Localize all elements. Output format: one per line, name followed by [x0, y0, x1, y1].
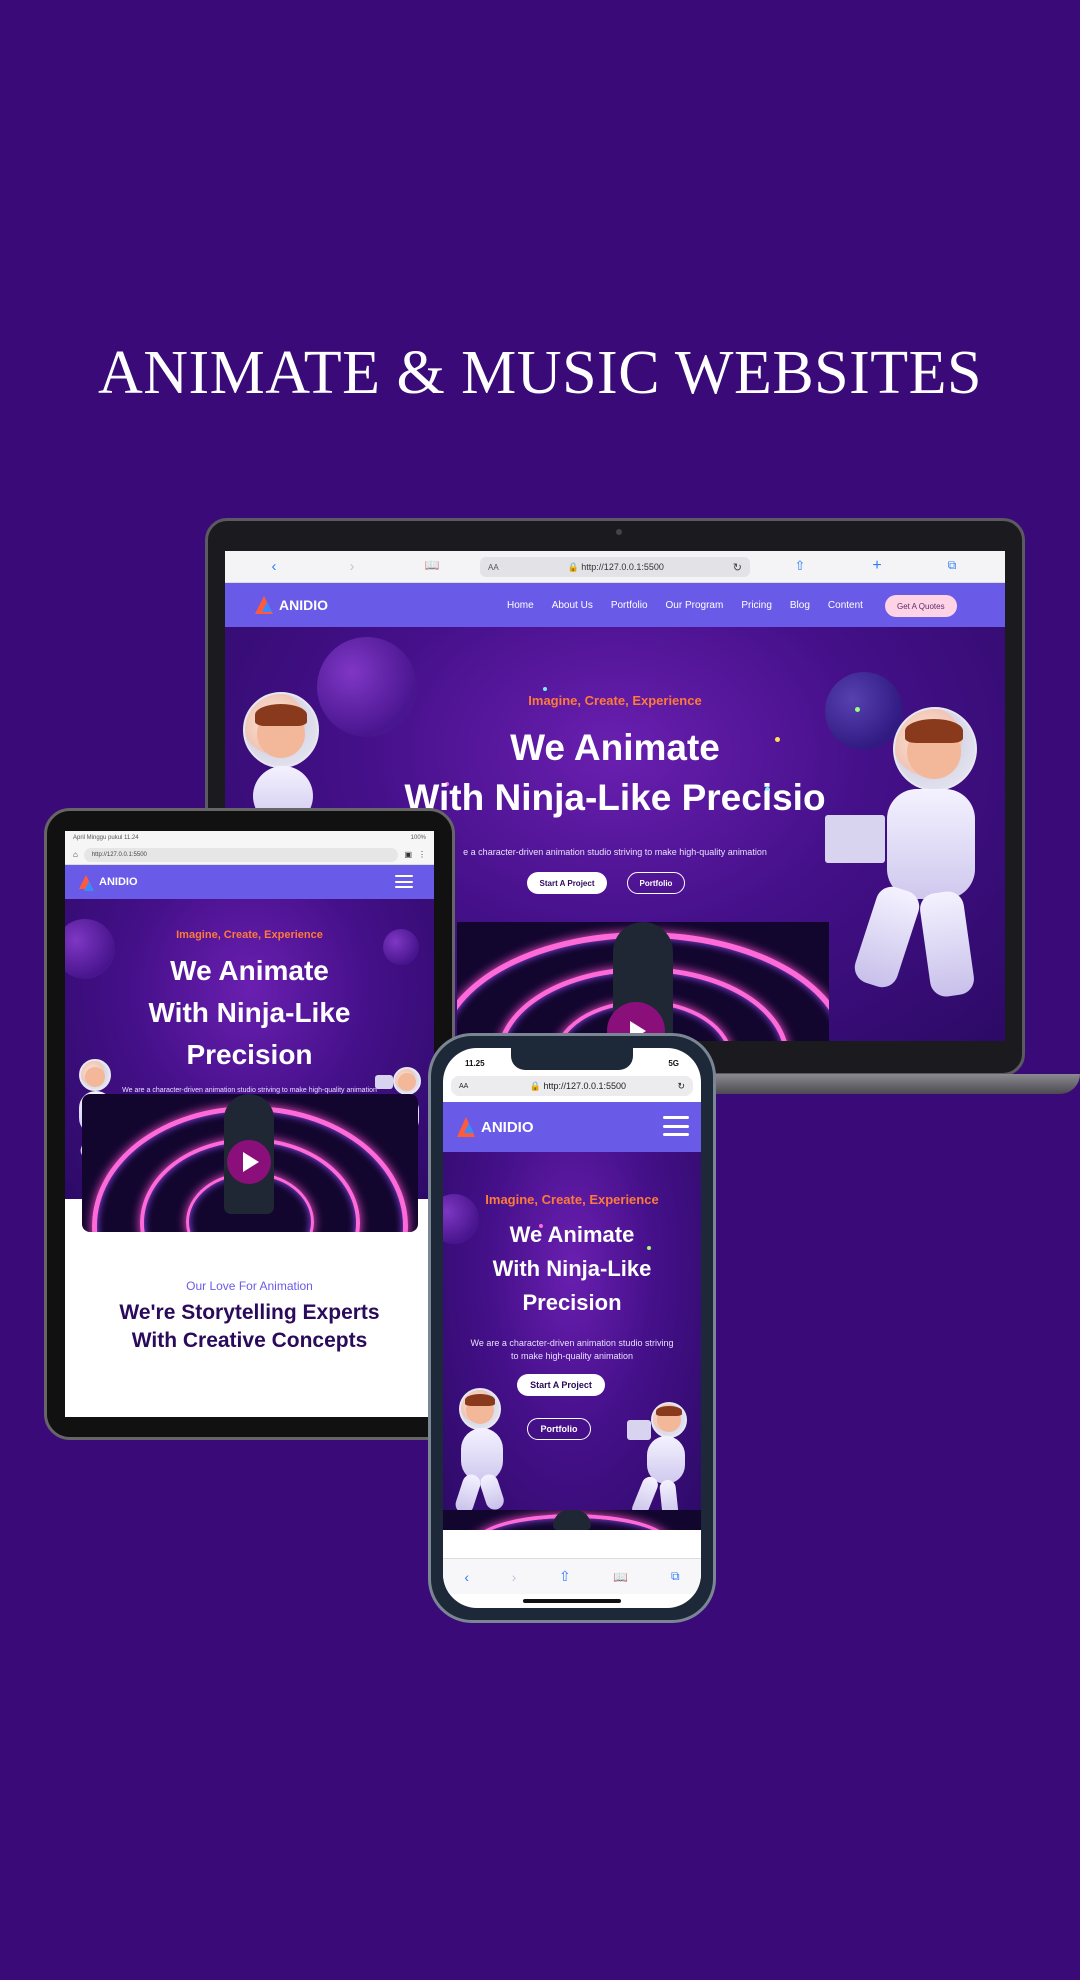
nav-link-portfolio[interactable]: Portfolio [611, 600, 648, 611]
brand-logo[interactable]: ANIDIO [79, 875, 138, 891]
tabs-icon[interactable]: ⧉ [671, 1569, 680, 1584]
reader-aa-button[interactable]: AA [488, 563, 499, 572]
brand-name: ANIDIO [99, 876, 138, 888]
tabs-icon[interactable]: ▣ [404, 850, 412, 859]
tablet-mockup: April Minggu pukul 11.24 100% ⌂ http://1… [44, 808, 455, 1440]
portfolio-button[interactable]: Portfolio [527, 1418, 591, 1440]
start-project-button[interactable]: Start A Project [527, 872, 607, 894]
brand-name: ANIDIO [279, 597, 328, 613]
site-navbar: ANIDIO [65, 865, 434, 899]
status-time: April Minggu pukul 11.24 [73, 835, 139, 841]
portfolio-button[interactable]: Portfolio [627, 872, 685, 894]
url-text: 🔒 http://127.0.0.1:5500 [529, 1080, 627, 1091]
nav-links: Home About Us Portfolio Our Program Pric… [507, 583, 863, 627]
url-text: 🔒 http://127.0.0.1:5500 [567, 561, 664, 572]
nav-link-content[interactable]: Content [828, 600, 863, 611]
laptop-camera [616, 529, 622, 535]
start-project-button[interactable]: Start A Project [517, 1374, 605, 1396]
status-network: 5G [668, 1058, 679, 1068]
star-dot [543, 687, 547, 691]
address-bar[interactable]: AA 🔒 http://127.0.0.1:5500 ↻ [480, 557, 750, 577]
page-headline: ANIMATE & MUSIC WEBSITES [97, 339, 983, 407]
status-battery: 100% [410, 835, 426, 841]
home-icon[interactable]: ⌂ [73, 850, 78, 859]
hero-title-line3: Precision [522, 1290, 622, 1315]
logo-icon [457, 1117, 475, 1137]
tabs-icon[interactable]: ⧉ [937, 558, 967, 573]
reload-icon[interactable]: ↻ [677, 1081, 685, 1092]
nav-link-home[interactable]: Home [507, 600, 534, 611]
home-indicator[interactable] [523, 1599, 621, 1603]
phone-screen: 11.25 5G AA 🔒 http://127.0.0.1:5500 ↻ AN… [443, 1048, 701, 1608]
hero-title-line2: With Ninja-Like [492, 1256, 652, 1281]
hero-subtitle-line2: to make high-quality animation [510, 1351, 634, 1361]
hero-section: Imagine, Create, Experience We Animate W… [443, 1152, 701, 1530]
site-navbar: ANIDIO [443, 1102, 701, 1152]
logo-icon [255, 596, 273, 614]
play-icon[interactable] [227, 1140, 271, 1184]
section-title-cut: With Creative Concepts [131, 1329, 368, 1352]
address-bar[interactable]: http://127.0.0.1:5500 [83, 847, 399, 862]
tablet-screen: April Minggu pukul 11.24 100% ⌂ http://1… [65, 831, 434, 1417]
share-icon[interactable]: ⇧ [559, 1568, 571, 1585]
status-time: 11.25 [465, 1058, 485, 1068]
menu-icon[interactable] [663, 1116, 689, 1136]
brand-logo[interactable]: ANIDIO [457, 1117, 534, 1137]
tablet-status-bar: April Minggu pukul 11.24 100% [65, 831, 434, 845]
site-navbar: ANIDIO Home About Us Portfolio Our Progr… [225, 583, 1005, 627]
forward-icon[interactable]: › [512, 1569, 517, 1585]
hero-tagline: Imagine, Create, Experience [485, 1192, 659, 1207]
back-icon[interactable]: ‹ [259, 558, 289, 575]
section-kicker: Our Love For Animation [186, 1279, 313, 1293]
section-title: We're Storytelling Experts [119, 1301, 380, 1324]
showreel-video[interactable] [443, 1510, 701, 1530]
phone-notch [511, 1048, 633, 1070]
logo-icon [79, 875, 94, 891]
hero-title-line1: We Animate [170, 955, 329, 986]
hero-subtitle-line1: We are a character-driven animation stud… [470, 1338, 674, 1348]
menu-icon[interactable] [395, 875, 413, 888]
hero-tagline: Imagine, Create, Experience [176, 929, 323, 941]
nav-link-blog[interactable]: Blog [790, 600, 810, 611]
hero-title-line2: With Ninja-Like [148, 997, 351, 1028]
address-bar[interactable]: AA 🔒 http://127.0.0.1:5500 ↻ [451, 1076, 693, 1096]
new-tab-icon[interactable]: + [862, 557, 892, 575]
phone-address-row: AA 🔒 http://127.0.0.1:5500 ↻ [451, 1074, 693, 1098]
back-icon[interactable]: ‹ [464, 1569, 469, 1585]
phone-mockup: 11.25 5G AA 🔒 http://127.0.0.1:5500 ↻ AN… [428, 1033, 716, 1623]
share-icon[interactable]: ⇧ [785, 558, 815, 574]
hero-tagline: Imagine, Create, Experience [528, 693, 702, 708]
safari-toolbar: ‹ › 📖 AA 🔒 http://127.0.0.1:5500 ↻ ⇧ + ⧉ [225, 551, 1005, 583]
bookmarks-icon[interactable]: 📖 [613, 1570, 628, 1584]
more-icon[interactable]: ⋮ [418, 850, 426, 859]
hero-title-line1: We Animate [509, 1222, 635, 1247]
bookmarks-icon[interactable]: 📖 [417, 558, 447, 572]
astronaut-illustration [453, 1388, 523, 1518]
showreel-video[interactable] [82, 1094, 418, 1232]
reader-aa-button[interactable]: AA [459, 1083, 468, 1090]
astronaut-illustration [243, 692, 333, 826]
phone-safari-toolbar: ‹ › ⇧ 📖 ⧉ [443, 1558, 701, 1594]
astronaut-illustration [825, 707, 995, 1007]
brand-logo[interactable]: ANIDIO [255, 596, 328, 614]
get-quotes-button[interactable]: Get A Quotes [885, 595, 957, 617]
nav-link-program[interactable]: Our Program [666, 600, 724, 611]
tablet-address-row: ⌂ http://127.0.0.1:5500 ▣ ⋮ [65, 845, 434, 865]
brand-name: ANIDIO [481, 1118, 534, 1136]
nav-link-about[interactable]: About Us [552, 600, 593, 611]
forward-icon[interactable]: › [337, 558, 367, 575]
showreel-video[interactable] [457, 922, 829, 1041]
reload-icon[interactable]: ↻ [733, 561, 742, 574]
nav-link-pricing[interactable]: Pricing [741, 600, 772, 611]
astronaut-illustration [623, 1402, 695, 1522]
